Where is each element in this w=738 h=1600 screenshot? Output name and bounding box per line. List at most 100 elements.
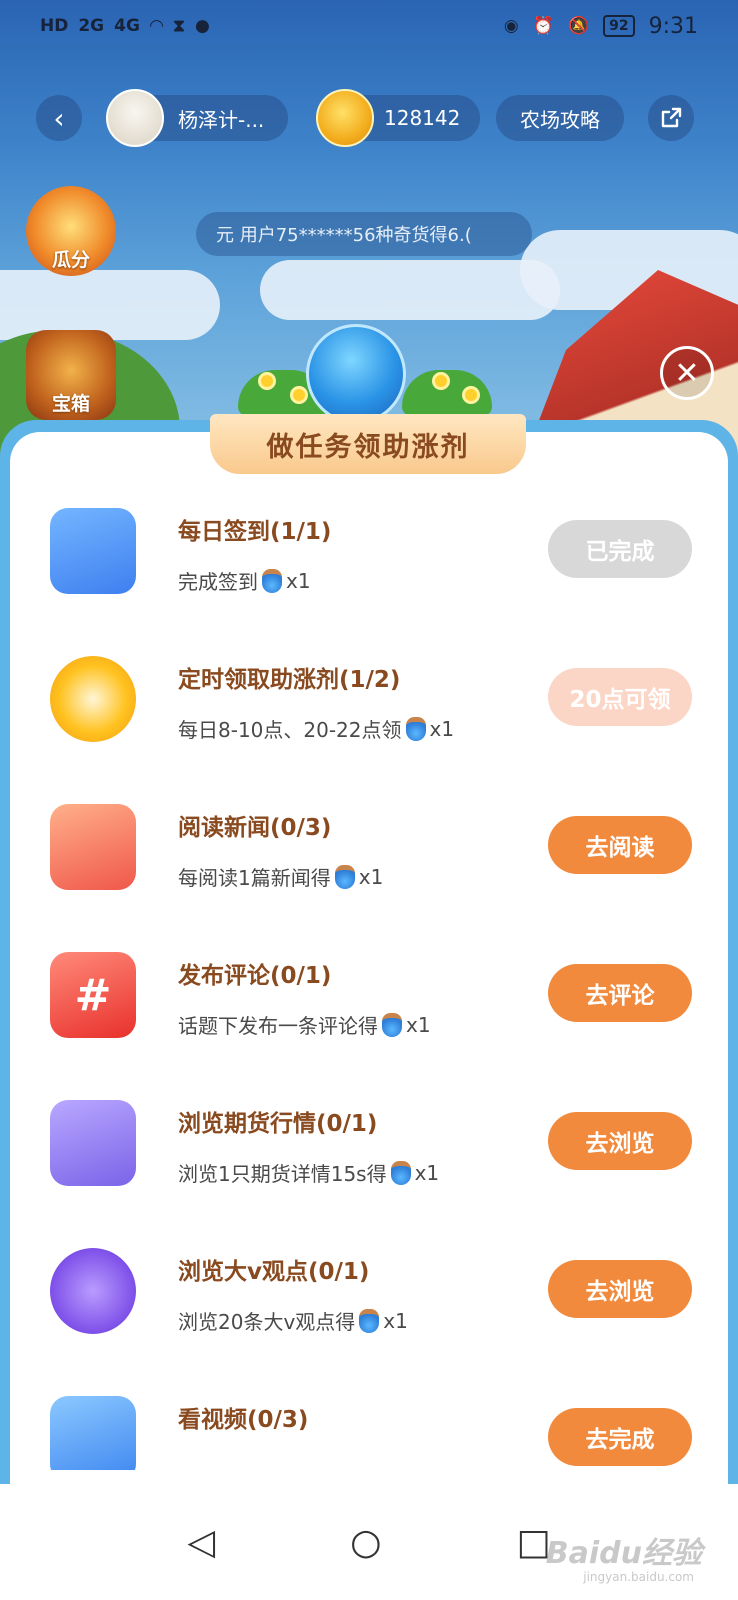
task-desc-text: 每阅读1篇新闻得 <box>178 866 331 890</box>
task-button-done[interactable]: 已完成 <box>548 520 692 578</box>
task-button-label: 去浏览 <box>585 1131 655 1157</box>
coin-balance-pill[interactable]: 128142 <box>316 89 480 147</box>
task-title: 浏览大v观点(0/1) <box>178 1259 370 1285</box>
watch-video-button[interactable]: 去完成 <box>548 1408 692 1466</box>
task-item-sign-in: 每日签到(1/1) 完成签到 x1 已完成 <box>40 500 700 620</box>
task-button-label: 去完成 <box>585 1427 655 1453</box>
task-title: 看视频(0/3) <box>178 1407 309 1433</box>
task-item-read-news: 阅读新闻(0/3) 每阅读1篇新闻得 x1 去阅读 <box>40 796 700 916</box>
flower <box>258 372 276 390</box>
wechat-icon: ● <box>194 16 210 36</box>
treasure-chest-button[interactable]: 宝箱 <box>26 330 116 420</box>
avatar <box>106 89 164 147</box>
task-item-browse-futures: 浏览期货行情(0/1) 浏览1只期货详情15s得 x1 去浏览 <box>40 1092 700 1212</box>
alarm-icon: ⏰ <box>532 16 554 36</box>
task-item-post-comment: # 发布评论(0/1) 话题下发布一条评论得 x1 去评论 <box>40 944 700 1064</box>
task-item-timed-claim: 定时领取助涨剂(1/2) 每日8-10点、20-22点领 x1 20点可领 <box>40 648 700 768</box>
task-title: 每日签到(1/1) <box>178 519 332 545</box>
task-title: 定时领取助涨剂(1/2) <box>178 667 401 693</box>
flower <box>462 386 480 404</box>
hashtag-comment-icon: # <box>50 952 136 1038</box>
wifi-icon: ◠ <box>149 16 164 36</box>
calendar-icon <box>50 508 136 594</box>
back-button[interactable]: ‹ <box>36 95 82 141</box>
panel-title: 做任务领助涨剂 <box>210 414 526 474</box>
task-item-watch-video: 看视频(0/3) 去完成 <box>40 1388 700 1470</box>
task-reward: x1 <box>286 568 311 593</box>
close-button[interactable]: ✕ <box>660 346 714 400</box>
task-button-label: 已完成 <box>585 539 655 565</box>
mute-icon: 🔕 <box>567 16 590 36</box>
coin-count: 128142 <box>384 106 461 130</box>
tv-play-icon <box>50 1396 136 1470</box>
task-desc: 每阅读1篇新闻得 x1 <box>178 862 383 891</box>
status-bar: HD 2G 4G ◠ ⧗ ● ◉ ⏰ 🔕 92 9:31 <box>0 0 738 52</box>
task-title: 阅读新闻(0/3) <box>178 815 332 841</box>
share-button[interactable] <box>648 95 694 141</box>
signal-4g-icon: 4G <box>114 16 140 36</box>
panel-title-text: 做任务领助涨剂 <box>266 431 470 463</box>
task-button-label: 去评论 <box>585 983 655 1009</box>
hourglass-icon: ⧗ <box>173 16 185 36</box>
back-triangle-icon[interactable]: ◁ <box>187 1522 215 1563</box>
cloud <box>0 270 220 340</box>
chart-monitor-icon <box>50 1100 136 1186</box>
potion-icon <box>390 1160 411 1185</box>
v-chat-icon <box>50 1248 136 1334</box>
water-drop-icon <box>306 324 406 424</box>
top-bar: ‹ 杨泽计-... 128142 农场攻略 <box>36 89 716 147</box>
task-button-label: 去阅读 <box>585 835 655 861</box>
task-reward: x1 <box>429 716 455 741</box>
task-reward: x1 <box>358 864 384 889</box>
task-button-wait[interactable]: 20点可领 <box>548 668 692 726</box>
task-desc: 完成签到 x1 <box>178 566 311 595</box>
hd-icon: HD <box>40 16 69 36</box>
coin-icon <box>316 89 374 147</box>
task-title: 浏览期货行情(0/1) <box>178 1111 378 1137</box>
chevron-left-icon: ‹ <box>53 101 65 135</box>
status-right: ◉ ⏰ 🔕 92 9:31 <box>504 14 698 39</box>
task-item-browse-bigv: 浏览大v观点(0/1) 浏览20条大v观点得 x1 去浏览 <box>40 1240 700 1360</box>
battery-icon: 92 <box>603 15 635 37</box>
watermark-url: jingyan.baidu.com <box>583 1570 694 1584</box>
guafen-button[interactable]: 瓜分 <box>26 186 116 276</box>
task-desc: 浏览1只期货详情15s得 x1 <box>178 1158 439 1187</box>
comment-button[interactable]: 去评论 <box>548 964 692 1022</box>
watermark-logo: Baidu经验 <box>545 1536 702 1571</box>
cloud <box>260 260 560 320</box>
guafen-label: 瓜分 <box>51 249 90 271</box>
task-desc-text: 每日8-10点、20-22点领 <box>178 718 402 742</box>
announcement-marquee: 元 用户75******56种奇货得6.( <box>196 212 532 256</box>
clock: 9:31 <box>648 13 698 39</box>
read-button[interactable]: 去阅读 <box>548 816 692 874</box>
user-profile-pill[interactable]: 杨泽计-... <box>106 89 288 147</box>
task-title: 发布评论(0/1) <box>178 963 332 989</box>
task-desc-text: 浏览1只期货详情15s得 <box>178 1162 387 1186</box>
marquee-text: 元 用户75******56种奇货得6.( <box>216 225 472 246</box>
task-reward: x1 <box>406 1012 431 1037</box>
share-icon <box>661 107 682 128</box>
alarm-clock-icon <box>50 656 136 742</box>
farm-strategy-label: 农场攻略 <box>520 107 600 132</box>
eye-icon: ◉ <box>503 16 519 36</box>
potion-icon <box>262 568 282 593</box>
task-reward: x1 <box>414 1160 440 1185</box>
treasure-chest-label: 宝箱 <box>51 393 90 415</box>
potion-icon <box>382 1012 402 1037</box>
potion-icon <box>359 1308 380 1333</box>
task-button-label: 20点可领 <box>569 687 671 713</box>
task-desc-text: 浏览20条大v观点得 <box>178 1310 356 1334</box>
task-desc: 浏览20条大v观点得 x1 <box>178 1306 408 1335</box>
potion-icon <box>405 716 426 741</box>
home-circle-icon[interactable]: ○ <box>350 1522 381 1563</box>
farm-strategy-button[interactable]: 农场攻略 <box>496 95 624 141</box>
flower <box>432 372 450 390</box>
browse-futures-button[interactable]: 去浏览 <box>548 1112 692 1170</box>
task-reward: x1 <box>383 1308 408 1333</box>
phone-news-icon <box>50 804 136 890</box>
status-left: HD 2G 4G ◠ ⧗ ● <box>40 16 210 36</box>
browse-bigv-button[interactable]: 去浏览 <box>548 1260 692 1318</box>
task-desc: 话题下发布一条评论得 x1 <box>178 1010 431 1039</box>
task-button-label: 去浏览 <box>585 1279 655 1305</box>
signal-2g-icon: 2G <box>78 16 105 36</box>
